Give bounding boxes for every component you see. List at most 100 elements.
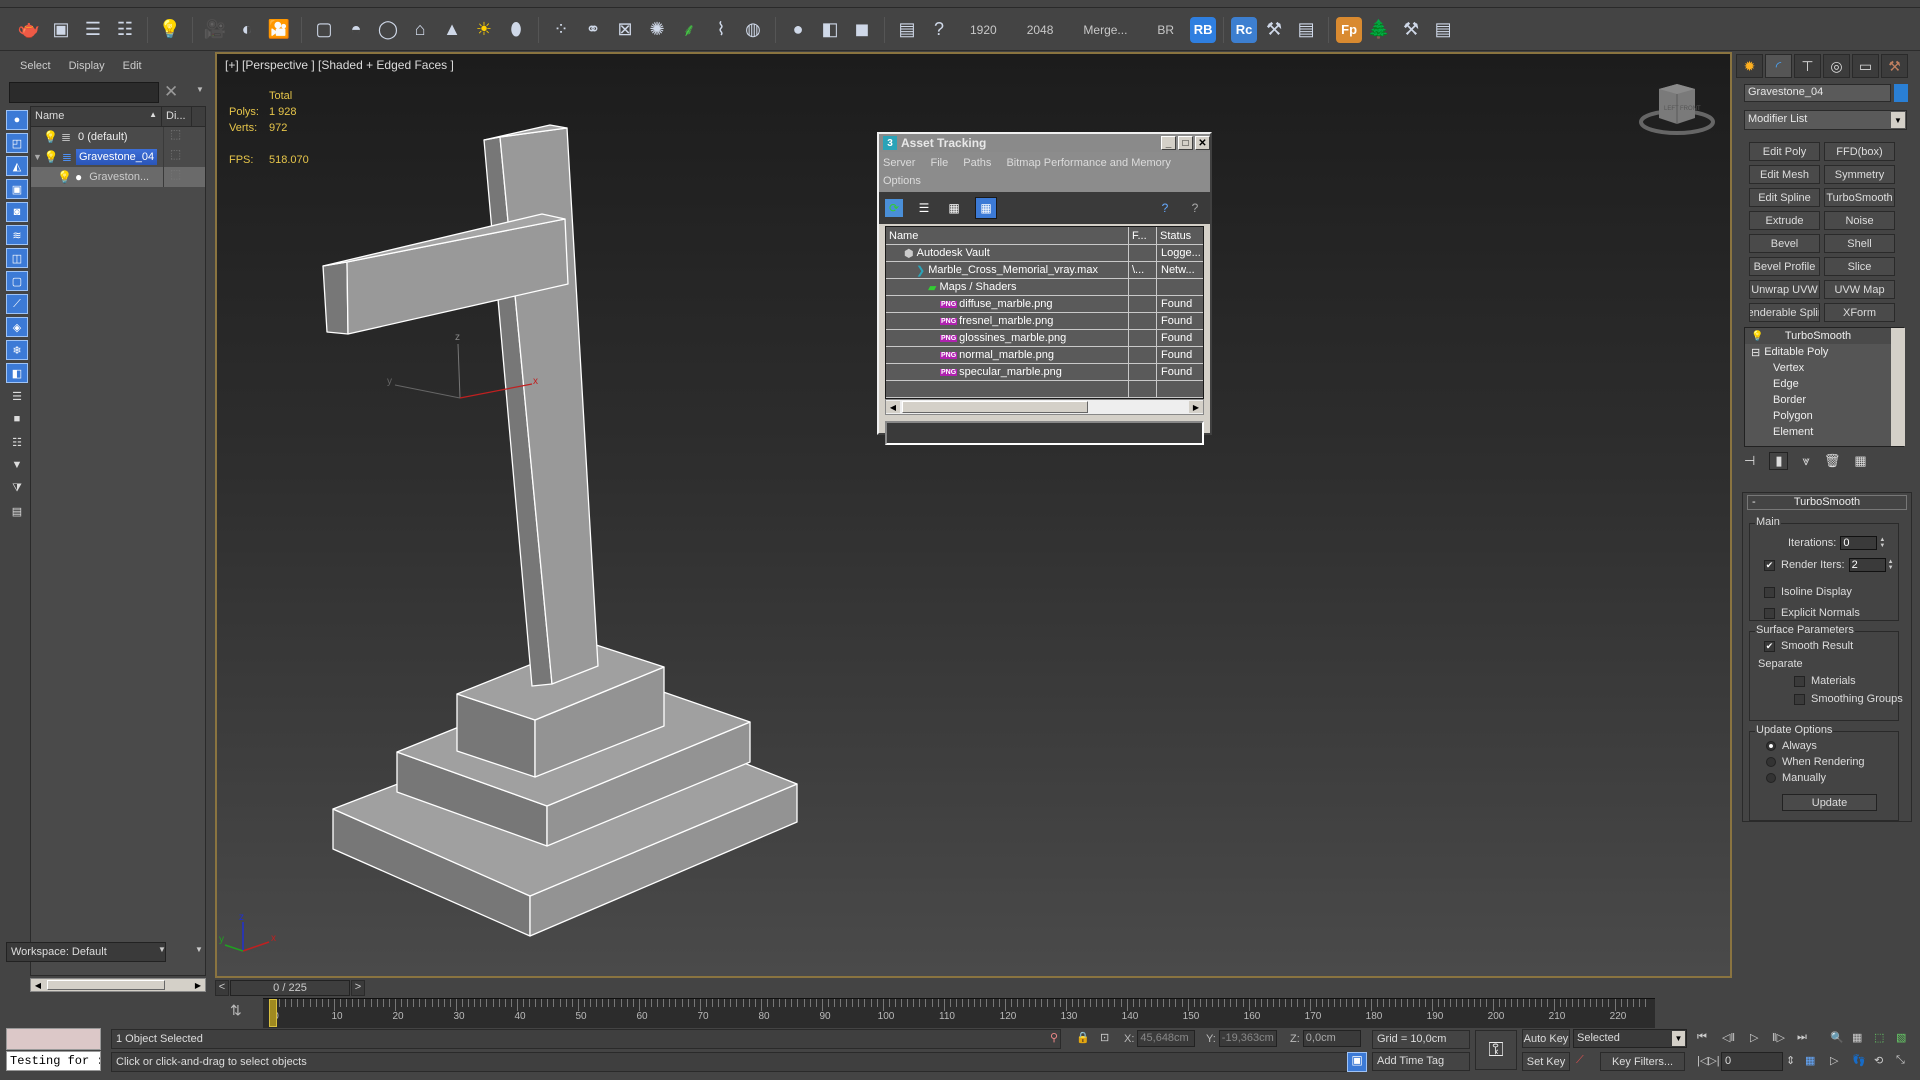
spot-light-icon[interactable]: ▲ [437, 15, 467, 45]
filter-funnel-icon[interactable]: ▼ [6, 455, 28, 475]
asset-horizontal-scrollbar[interactable]: ◀ ▶ [885, 399, 1204, 415]
plane-light-icon[interactable]: ▢ [309, 15, 339, 45]
spinner-arrows-icon[interactable]: ▲ ▼ [1879, 537, 1885, 549]
smoothing-groups-checkbox[interactable] [1794, 693, 1805, 705]
help-icon[interactable]: ? [924, 15, 954, 45]
menu-options[interactable]: Options [883, 175, 921, 187]
configure-sets-icon[interactable]: ▦ [1854, 453, 1866, 469]
orbit-icon[interactable]: ⟲ [1874, 1054, 1883, 1067]
x-field[interactable]: 45,648cm [1137, 1030, 1196, 1047]
stack-scrollbar[interactable] [1891, 328, 1905, 446]
camera-filter-icon[interactable]: ▣ [6, 179, 28, 199]
file-info-icon[interactable]: ▤ [892, 15, 922, 45]
list-icon[interactable]: ▤ [1291, 15, 1321, 45]
tools-icon[interactable]: ⚒ [1259, 15, 1289, 45]
ox-icon[interactable]: ◍ [738, 15, 768, 45]
shape-filter-icon[interactable]: ◰ [6, 133, 28, 153]
modifier-button-edit-spline[interactable]: Edit Spline [1749, 188, 1820, 207]
add-time-tag[interactable]: Add Time Tag [1372, 1052, 1470, 1071]
scroll-left-icon[interactable]: ◀ [31, 979, 45, 991]
display-tab-icon[interactable]: ▭ [1852, 54, 1879, 78]
remove-modifier-icon[interactable]: 🗑 [1824, 453, 1841, 469]
go-to-start-icon[interactable]: ⏮ [1697, 1031, 1707, 1044]
hair-icon[interactable]: ⌇ [706, 15, 736, 45]
previous-key-icon[interactable]: ◁‖ [1722, 1031, 1735, 1044]
modifier-button-edit-mesh[interactable]: Edit Mesh [1749, 165, 1820, 184]
disc-light-icon[interactable]: ◯ [373, 15, 403, 45]
fur-icon[interactable]: ✺ [642, 15, 672, 45]
minimize-button[interactable]: _ [1161, 136, 1176, 150]
modifier-button-unwrap-uvw[interactable]: Unwrap UVW [1749, 280, 1820, 299]
asset-row[interactable]: ⬢ Autodesk Vault Logge... [886, 245, 1203, 262]
modifier-button-bevel-profile[interactable]: Bevel Profile [1749, 257, 1820, 276]
object-name-field[interactable]: Gravestone_04 [1744, 84, 1891, 102]
modifier-button-turbosmooth[interactable]: TurboSmooth [1824, 188, 1895, 207]
maxscript-output[interactable]: Testing for : [6, 1051, 101, 1071]
current-frame-marker[interactable] [269, 999, 277, 1027]
toolbar-text-1[interactable]: 2048 [1013, 23, 1068, 37]
refresh-icon[interactable]: ⟳ [885, 199, 903, 217]
time-slider-thumb[interactable]: 0 / 225 [230, 980, 350, 996]
menu-bitmap-performance[interactable]: Bitmap Performance and Memory [1006, 157, 1170, 169]
rb-plugin-button[interactable]: RB [1190, 16, 1217, 43]
container-filter-icon[interactable]: ◈ [6, 317, 28, 337]
spacewarp-filter-icon[interactable]: ≋ [6, 225, 28, 245]
material-sphere-icon[interactable]: ● [783, 15, 813, 45]
zoom-all-icon[interactable]: ▦ [1852, 1031, 1862, 1044]
radio-when-rendering[interactable] [1766, 757, 1776, 767]
smooth-result-checkbox[interactable]: ✔ [1764, 640, 1775, 652]
column-display[interactable]: Di... [162, 107, 192, 126]
camera-physical-icon[interactable]: 🎦 [264, 15, 294, 45]
set-keys-icon[interactable]: ⚿ [1475, 1030, 1517, 1070]
show-end-result-icon[interactable]: ▮ [1769, 452, 1789, 470]
update-manually-option[interactable]: Manually [1766, 772, 1826, 784]
sphere-light-icon[interactable]: ◓ [341, 15, 371, 45]
asset-tracking-titlebar[interactable]: 3 Asset Tracking _ □ ✕ [879, 134, 1210, 152]
modify-tab-icon[interactable]: ◜ [1765, 54, 1792, 78]
expand-icon[interactable]: ▼ [33, 152, 42, 162]
object-color-swatch[interactable] [1894, 84, 1908, 102]
asset-row[interactable]: ❯ Marble_Cross_Memorial_vray.max \... Netw.… [886, 262, 1203, 279]
light-bulb-icon[interactable]: 💡 [44, 150, 59, 164]
menu-server[interactable]: Server [883, 157, 915, 169]
modifier-button-extrude[interactable]: Extrude [1749, 211, 1820, 230]
camera-icon[interactable]: 🎥 [200, 15, 230, 45]
menu-paths[interactable]: Paths [963, 157, 991, 169]
helper-filter-icon[interactable]: ◙ [6, 202, 28, 222]
light-lister-icon[interactable]: 💡 [155, 15, 185, 45]
workspace-dropdown[interactable]: Workspace: Default [6, 942, 166, 962]
explorer-horizontal-scrollbar[interactable]: ◀ ▶ [30, 978, 206, 992]
y-field[interactable]: -19,363cm [1218, 1030, 1277, 1047]
key-mode-toggle-icon[interactable]: |◁▷| [1697, 1054, 1720, 1067]
frame-spinner-icon[interactable]: ⇕ [1786, 1054, 1795, 1067]
display-box-icon[interactable]: ⬚ [163, 147, 187, 167]
play-icon[interactable]: ▷ [1750, 1031, 1758, 1044]
close-button[interactable]: ✕ [1195, 136, 1210, 150]
dropdown-arrow-icon[interactable]: ▼ [1672, 1031, 1685, 1046]
stack-item-vertex[interactable]: Vertex [1745, 360, 1903, 376]
display-box-icon[interactable]: ⬚ [163, 167, 187, 187]
material-editor-icon[interactable]: ◧ [815, 15, 845, 45]
time-configuration-icon[interactable]: ▦ [1805, 1054, 1815, 1067]
render-frame-icon[interactable]: ▣ [46, 15, 76, 45]
table-view-icon[interactable]: ▦ [975, 197, 997, 219]
modifier-button-shell[interactable]: Shell [1824, 234, 1895, 253]
proxy-icon[interactable]: ⊠ [610, 15, 640, 45]
context-help-icon[interactable]: ? [1186, 199, 1204, 217]
z-field[interactable]: 0,0cm [1302, 1030, 1361, 1047]
render-iters-spinner[interactable]: 2 [1848, 558, 1886, 572]
modifier-button-bevel[interactable]: Bevel [1749, 234, 1820, 253]
asset-row[interactable]: PNG fresnel_marble.png Found [886, 313, 1203, 330]
render-region-icon[interactable]: ◼ [847, 15, 877, 45]
render-iters-checkbox[interactable]: ✔ [1764, 559, 1775, 571]
viewcube[interactable]: LEFT FRONT [1637, 74, 1717, 144]
next-key-icon[interactable]: ‖▷ [1772, 1031, 1785, 1044]
zoom-extents-all-icon[interactable]: ▧ [1896, 1031, 1906, 1044]
set-key-button[interactable]: Set Key [1522, 1052, 1570, 1071]
search-dropdown-icon[interactable]: ▼ [196, 85, 204, 94]
maxscript-mini-listener[interactable] [6, 1028, 101, 1050]
column-header[interactable]: Status [1157, 227, 1203, 244]
filter-options-icon[interactable]: ⧩ [6, 478, 28, 498]
modifier-button-slice[interactable]: Slice [1824, 257, 1895, 276]
asset-row[interactable]: PNG normal_marble.png Found [886, 347, 1203, 364]
